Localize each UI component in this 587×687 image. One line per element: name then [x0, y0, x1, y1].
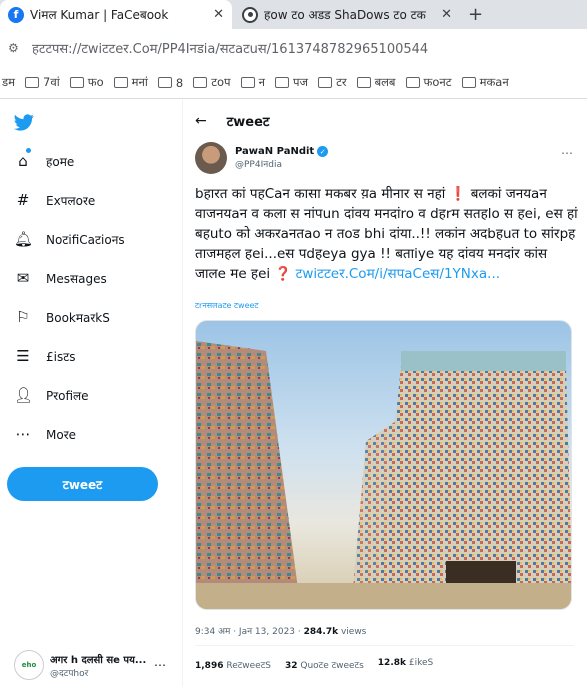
- folder-icon: [113, 77, 128, 88]
- retweets-stat[interactable]: 1,896 ReटweeटS: [195, 658, 271, 671]
- sidebar-item-label: Exपलoरe: [46, 193, 96, 208]
- author-name[interactable]: PawaN PaNdit: [235, 146, 314, 157]
- facebook-icon: f: [8, 6, 24, 23]
- page-title: टweeट: [226, 115, 270, 130]
- folder-icon: [318, 77, 333, 88]
- tab-title: हow टo अडड ShaDows टo टक: [264, 8, 426, 22]
- folder-icon: [240, 77, 255, 88]
- browser-tab-strip: f Viमल Kumar | FaCeबook ✕ हow टo अडड Sha…: [0, 0, 587, 29]
- bookmark-folder[interactable]: 8: [157, 76, 183, 90]
- more-icon[interactable]: ⋯: [154, 658, 166, 672]
- tweet-body: bहारत कां पहCaन कासा मकबर य़a मीनार स नह…: [195, 184, 580, 284]
- folder-icon: [461, 77, 476, 88]
- bookmark-folder[interactable]: बलब: [356, 75, 396, 90]
- divider: [195, 645, 574, 646]
- close-tab-icon[interactable]: ✕: [441, 7, 452, 22]
- bookmark-folder[interactable]: मनां: [113, 75, 148, 90]
- new-tab-button[interactable]: +: [468, 4, 483, 25]
- bookmark-folder[interactable]: मकaन: [461, 75, 509, 90]
- account-handle: @दटपhoर: [50, 668, 89, 679]
- sidebar-nav: ⌂ हoमe # Exपलoरe 🔔︎ NoटifiCaटioनs ✉ Mesस…: [0, 100, 180, 687]
- sidebar-item-explore[interactable]: # Exपलoरe: [14, 187, 96, 213]
- sidebar-item-label: BookमaरkS: [46, 310, 110, 325]
- tweet-stats: 1,896 ReटweeटS 32 Quoटe टweeटs 12.8k £ik…: [195, 658, 433, 671]
- sidebar-item-messages[interactable]: ✉ Mesसages: [14, 265, 107, 291]
- tweet-image[interactable]: [195, 320, 572, 610]
- sidebar-item-label: NoटifiCaटioनs: [46, 232, 125, 247]
- sidebar-item-more[interactable]: ⋯ Moरe: [14, 421, 77, 447]
- avatar: eho: [14, 650, 44, 680]
- views-count: 284.7k: [303, 627, 339, 637]
- tweet-meta: 9:34 अम · Jaन 13, 2023 · 284.7k views: [195, 624, 366, 637]
- bell-icon: 🔔︎: [14, 230, 34, 248]
- temple-photo: [196, 341, 571, 609]
- sidebar-item-label: Mesसages: [46, 271, 107, 286]
- close-tab-icon[interactable]: ✕: [213, 7, 224, 22]
- tab-title: Viमल Kumar | FaCeबook: [30, 8, 169, 22]
- account-info: अगर h दलसी सe पय... @दटपhoर: [50, 652, 150, 679]
- bookmark-folder[interactable]: टoप: [193, 75, 231, 90]
- bookmark-folder[interactable]: न: [240, 75, 265, 90]
- folder-icon: [356, 77, 371, 88]
- author-name-row: PawaN PaNdit ✓: [235, 146, 329, 157]
- bookmark-icon: ⚐: [16, 308, 30, 326]
- folder-icon: [25, 77, 40, 88]
- sidebar-item-label: Pरofiलe: [46, 388, 89, 403]
- sidebar-item-label: Moरe: [46, 427, 76, 442]
- more-icon[interactable]: ⋯: [561, 146, 573, 160]
- generic-site-icon: [242, 6, 258, 23]
- sidebar-item-notifications[interactable]: 🔔︎ NoटifiCaटioनs: [14, 226, 125, 252]
- tweet-header: ← टweeट: [183, 100, 587, 142]
- sidebar-item-label: हoमe: [46, 154, 75, 169]
- compose-tweet-button[interactable]: टweeट: [7, 467, 158, 501]
- sidebar-item-bookmarks[interactable]: ⚐ BookमaरkS: [14, 304, 110, 330]
- bookmark-folder[interactable]: फo: [69, 75, 104, 90]
- browser-tab-shadows[interactable]: हow टo अडड ShaDows टo टक ✕: [234, 0, 460, 29]
- site-info-icon[interactable]: ⚙: [8, 41, 24, 55]
- sidebar-item-lists[interactable]: ☰ £isटs: [14, 343, 76, 369]
- likes-stat[interactable]: 12.8k £ikeS: [378, 658, 433, 671]
- folder-icon: [157, 77, 172, 88]
- author-handle: @PP4Iनdia: [235, 160, 282, 170]
- browser-tab-facebook[interactable]: f Viमल Kumar | FaCeबook ✕: [0, 0, 232, 29]
- folder-icon: [274, 77, 289, 88]
- twitter-bird-icon[interactable]: [14, 114, 34, 136]
- tweet-author[interactable]: PawaN PaNdit ✓ @PP4Iनdia: [195, 142, 329, 174]
- bookmark-folder[interactable]: फoनट: [405, 75, 452, 90]
- list-icon: ☰: [16, 347, 30, 365]
- hashtag-icon: #: [16, 191, 30, 209]
- verified-badge-icon: ✓: [317, 146, 329, 157]
- author-avatar[interactable]: [195, 142, 227, 174]
- bookmark-folder[interactable]: टर: [318, 75, 347, 90]
- home-icon: ⌂: [18, 152, 28, 170]
- back-arrow-icon[interactable]: ←: [195, 113, 207, 129]
- tweet-timestamp[interactable]: 9:34 अम · Jaन 13, 2023 ·: [195, 627, 301, 637]
- account-name: अगर h दलसी सe पय...: [50, 654, 147, 666]
- profile-icon: 👤︎: [14, 386, 34, 404]
- sidebar-item-profile[interactable]: 👤︎ Pरofiलe: [14, 382, 89, 408]
- url-text[interactable]: हटटपस://टwiटटeर.Coम/PP4Iनडia/सटaटuस/1613…: [32, 39, 428, 57]
- sidebar-item-home[interactable]: ⌂ हoमe: [14, 148, 74, 174]
- address-bar[interactable]: ⚙ हटटपस://टwiटटeर.Coम/PP4Iनडia/सटaटuस/16…: [0, 29, 587, 67]
- account-switcher[interactable]: eho अगर h दलसी सe पय... @दटपhoर ⋯: [14, 647, 174, 683]
- sidebar-item-label: £isटs: [46, 349, 76, 364]
- views-label: views: [340, 627, 367, 637]
- folder-icon: [405, 77, 420, 88]
- tweet-link[interactable]: टwiटटeर.Coम/i/सपaCeस/1YNxa...: [296, 266, 500, 282]
- mail-icon: ✉: [16, 269, 30, 287]
- more-circle-icon: ⋯: [15, 425, 31, 443]
- bookmark-folder[interactable]: 7वां: [25, 75, 60, 90]
- folder-icon: [69, 77, 84, 88]
- bookmark-folder[interactable]: पज: [274, 75, 308, 90]
- bookmarks-bar: डम 7वां फo मनां 8 टoप न पज टर बलब फoनट म…: [0, 67, 587, 99]
- folder-icon: [193, 77, 208, 88]
- quotes-stat[interactable]: 32 Quoटe टweeटs: [285, 658, 364, 671]
- bookmark-item[interactable]: डम: [2, 75, 15, 90]
- translate-tweet-link[interactable]: टrनसलaटe टweeट: [195, 300, 258, 311]
- tweet-detail-column: ← टweeट PawaN PaNdit ✓ @PP4Iनdia ⋯ bहारत…: [182, 100, 587, 687]
- notification-dot: [26, 148, 31, 153]
